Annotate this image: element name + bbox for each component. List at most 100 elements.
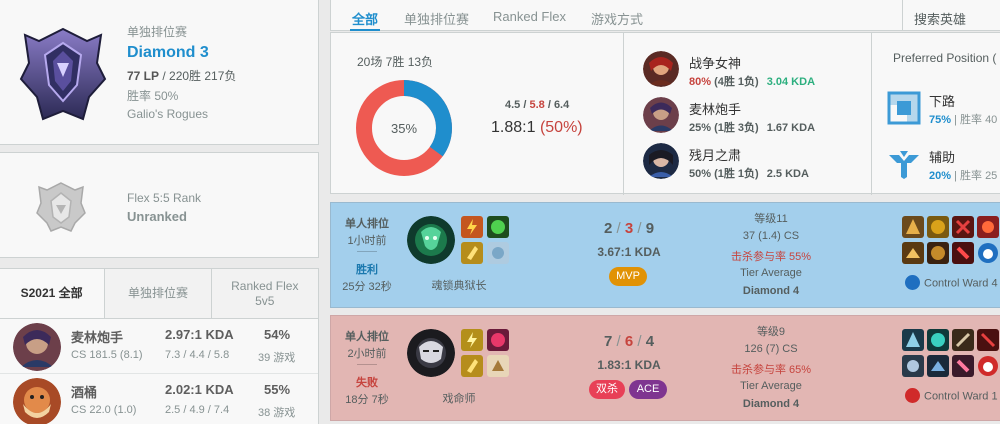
exhaust-spell-icon — [487, 216, 509, 238]
top-champion-record: (4胜 1负) — [714, 76, 759, 88]
control-ward-text: Control Ward 1 — [924, 390, 998, 403]
solo-rank-card: 单独排位赛 Diamond 3 77 LP / 220胜 217负 胜率 50%… — [0, 0, 319, 145]
primary-rune-icon — [461, 355, 483, 377]
top-champion-winrate: 25% — [689, 122, 712, 134]
champion-portrait-icon — [643, 97, 679, 133]
match-result: 失败 — [356, 377, 378, 389]
item-icon[interactable] — [927, 216, 949, 238]
position-item: 辅助 20% | 胜率 25 — [887, 147, 1000, 187]
position-name: 辅助 — [929, 150, 956, 165]
top-champion-item[interactable]: 麦林炮手 25% (1胜 3负) 1.67 KDA — [643, 97, 843, 141]
item-icon[interactable] — [952, 242, 974, 264]
assists: 9 — [645, 220, 655, 237]
champion-name: 酒桶 — [71, 385, 98, 400]
tab-season-solo[interactable]: 单独排位赛 — [104, 269, 211, 318]
item-icon[interactable] — [902, 329, 924, 351]
champion-winrate: 55% — [264, 382, 291, 397]
divider — [357, 251, 377, 252]
queue-type: 单人排位 — [345, 218, 389, 230]
champion-search-input[interactable]: 搜索英雄 — [914, 9, 966, 28]
match-length: 18分 7秒 — [345, 394, 389, 406]
tab-solo-ranked[interactable]: 单独排位赛 — [404, 9, 469, 28]
secondary-rune-icon — [487, 242, 509, 264]
bottom-lane-icon — [887, 91, 921, 125]
champion-portrait-icon — [13, 323, 61, 371]
tab-game-modes[interactable]: 游戏方式 — [591, 9, 643, 28]
divider — [357, 364, 377, 365]
match-kda: 2 / 3 / 9 — [603, 220, 655, 237]
champion-games: 39 游戏 — [258, 352, 296, 364]
trinket-icon[interactable] — [977, 355, 999, 377]
item-icon[interactable] — [902, 216, 924, 238]
match-row-win[interactable]: 单人排位 1小时前 胜利 25分 32秒 魂锁典狱长 2 / 3 / 9 3.6… — [330, 202, 1000, 308]
mvp-badge: MVP — [609, 267, 647, 286]
donut-label: 35% — [391, 121, 417, 136]
item-icon[interactable] — [977, 216, 999, 238]
champion-portrait-icon[interactable] — [407, 216, 455, 264]
diamond-emblem-icon — [19, 27, 107, 121]
item-icon[interactable] — [952, 329, 974, 351]
avg-kda: 4.5 / 5.8 / 6.4 — [505, 99, 570, 111]
deaths: 6 — [624, 333, 634, 350]
winrate-donut-chart: 35% — [356, 80, 452, 176]
position-pct: 20% — [929, 170, 952, 182]
tab-season-all[interactable]: S2021 全部 — [0, 269, 105, 318]
item-icon[interactable] — [927, 329, 949, 351]
kda-ratio: 3.67:1 KDA — [597, 245, 661, 259]
item-icon[interactable] — [952, 355, 974, 377]
control-ward-count: Control Ward 1 — [905, 388, 998, 404]
item-icon[interactable] — [927, 242, 949, 264]
avg-deaths: 5.8 — [529, 99, 545, 111]
kills: 2 — [603, 220, 613, 237]
queue-type: 单人排位 — [345, 331, 389, 343]
trinket-icon[interactable] — [977, 242, 999, 264]
assists: 4 — [645, 333, 655, 350]
position-rate: 20% | 胜率 25 — [929, 167, 997, 183]
tab-season-flex[interactable]: Ranked Flex 5v5 — [210, 269, 319, 318]
item-icon[interactable] — [902, 355, 924, 377]
creep-score: 126 (7) CS — [744, 343, 798, 355]
rank-type-label: 单独排位赛 — [127, 25, 188, 39]
champion-portrait-icon — [643, 143, 679, 179]
match-kda: 7 / 6 / 4 — [603, 333, 655, 350]
champion-portrait-icon[interactable] — [407, 329, 455, 377]
champion-portrait-icon — [643, 51, 679, 87]
time-ago: 1小时前 — [347, 235, 387, 247]
top-champion-kda: 2.5 KDA — [766, 168, 809, 180]
tab-all[interactable]: 全部 — [352, 9, 378, 28]
flex-rank-status: Unranked — [127, 209, 187, 224]
ace-badge: ACE — [629, 380, 667, 399]
match-row-loss[interactable]: 单人排位 2小时前 失败 18分 7秒 戏命师 7 / 6 / 4 1.83:1… — [330, 315, 1000, 421]
champion-row[interactable]: 麦林炮手 CS 181.5 (8.1) 2.97:1 KDA 7.3 / 4.4… — [0, 319, 318, 374]
item-icon[interactable] — [977, 329, 999, 351]
item-icon[interactable] — [902, 242, 924, 264]
flash-spell-icon — [461, 216, 483, 238]
top-champion-item[interactable]: 战争女神 80% (4胜 1负) 3.04 KDA — [643, 51, 843, 95]
control-ward-icon — [905, 388, 920, 403]
item-icon[interactable] — [952, 216, 974, 238]
flex-rank-card: Flex 5:5 Rank Unranked — [0, 152, 319, 258]
match-result: 胜利 — [356, 264, 378, 276]
top-champion-item[interactable]: 残月之肃 50% (1胜 1负) 2.5 KDA — [643, 143, 843, 187]
control-ward-text: Control Ward 4 — [924, 277, 998, 290]
lp-record: 77 LP / 220胜 217负 — [127, 67, 307, 84]
preferred-position-title: Preferred Position ( — [893, 51, 997, 65]
avg-kills: 4.5 — [505, 99, 521, 111]
item-icon[interactable] — [927, 355, 949, 377]
avg-assists: 6.4 — [553, 99, 570, 111]
position-winrate: | 胜率 25 — [954, 170, 998, 182]
tier-average: Diamond 4 — [742, 285, 800, 297]
unranked-emblem-icon — [36, 182, 86, 232]
win-loss-record: / 220胜 217负 — [162, 69, 237, 83]
match-length: 25分 32秒 — [342, 281, 392, 293]
divider — [871, 33, 872, 195]
top-champion-kda: 3.04 KDA — [766, 76, 816, 88]
champion-row[interactable]: 酒桶 CS 22.0 (1.0) 2.02:1 KDA 2.5 / 4.9 / … — [0, 374, 318, 424]
tier-average-label: Tier Average — [740, 267, 802, 279]
champion-winrate: 54% — [264, 327, 291, 342]
flex-rank-type-label: Flex 5:5 Rank — [127, 191, 202, 205]
winrate-text: 胜率 50% — [127, 89, 179, 103]
tab-ranked-flex[interactable]: Ranked Flex — [493, 9, 566, 24]
top-champion-record: (1胜 3负) — [714, 122, 759, 134]
champion-name: 麦林炮手 — [71, 330, 124, 345]
